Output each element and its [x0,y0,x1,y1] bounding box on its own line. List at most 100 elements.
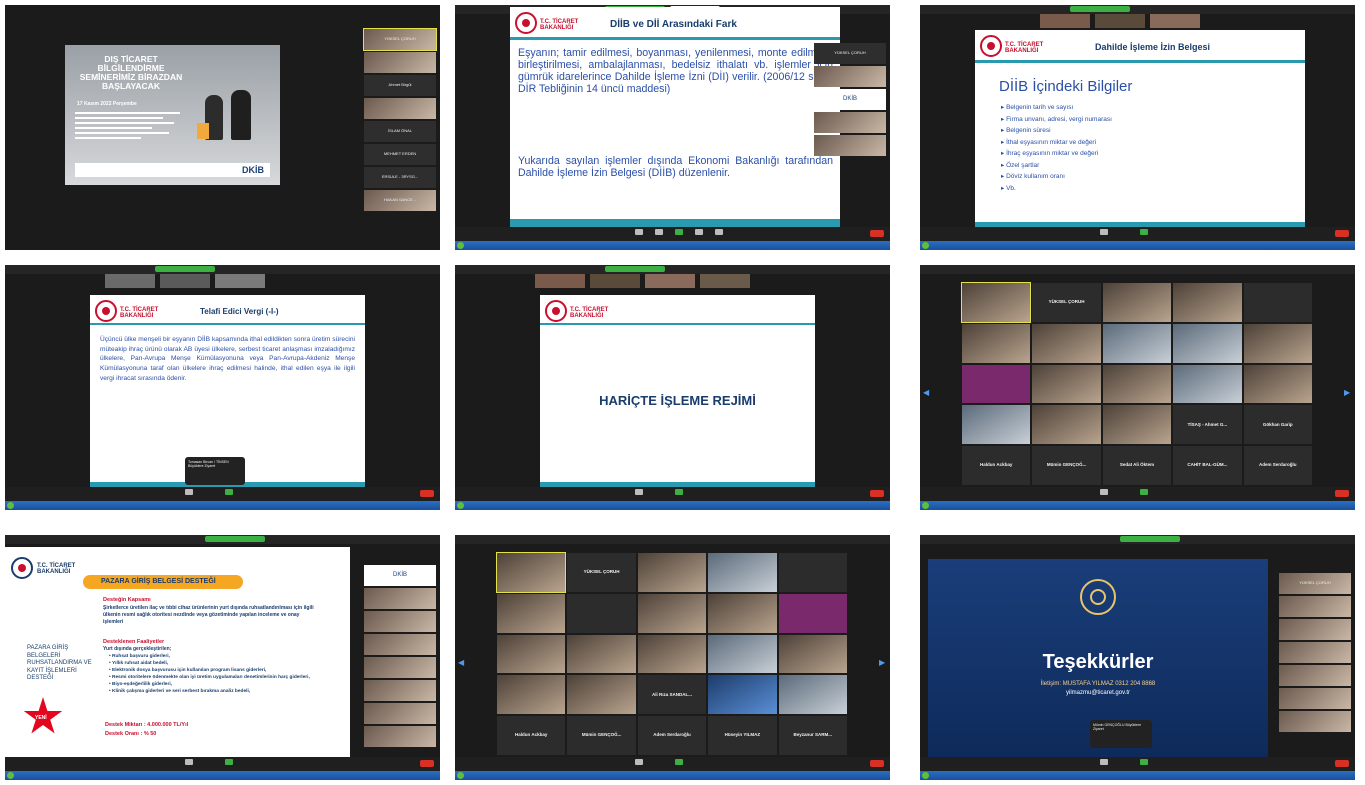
mute-button[interactable] [1100,229,1108,235]
share-button[interactable] [675,229,683,235]
mute-button[interactable] [1100,489,1108,495]
participant-tile[interactable] [364,52,436,73]
video-tile[interactable] [708,593,777,633]
end-meeting-button[interactable] [870,760,884,767]
video-tile[interactable] [497,593,566,633]
start-icon[interactable] [457,242,464,249]
video-tile[interactable]: Beyzanur SARM... [778,716,847,755]
end-meeting-button[interactable] [1335,490,1349,497]
video-tile[interactable]: Ali Rıza SANDAL... [637,675,707,715]
participant-tile[interactable] [814,112,886,133]
share-button[interactable] [225,759,233,765]
video-tile[interactable] [637,593,707,633]
mute-button[interactable] [635,229,643,235]
start-icon[interactable] [922,772,929,779]
participant-tile[interactable] [1279,619,1351,640]
video-tile[interactable] [960,282,1032,323]
video-tile[interactable]: TİSAŞ - Ahmet G... [1173,405,1242,445]
video-tile[interactable] [637,634,707,674]
participant-tile[interactable]: DKİB [364,565,436,586]
share-button[interactable] [225,489,233,495]
video-tile[interactable] [962,323,1031,363]
start-icon[interactable] [457,502,464,509]
video-tile[interactable] [1173,323,1242,363]
end-meeting-button[interactable] [870,230,884,237]
participant-tile[interactable]: İSLAM ÖNAL [364,121,436,142]
end-meeting-button[interactable] [420,490,434,497]
video-tile[interactable]: Haldun Ackbay [962,446,1031,485]
participant-tile[interactable]: ERSULE - 3RYSG... [364,167,436,188]
video-tile[interactable] [567,634,636,674]
participant-tile[interactable]: YÜKSEL ÇORUH [1279,573,1351,594]
participant-tile[interactable] [364,703,436,724]
end-meeting-button[interactable] [870,490,884,497]
video-tile[interactable]: Sedat Ali Öktem [1102,446,1172,485]
share-button[interactable] [675,759,683,765]
chevron-right-icon[interactable]: ▶ [879,658,887,668]
video-tile[interactable]: Mümin GENÇOĞ... [567,716,636,755]
start-icon[interactable] [7,772,14,779]
participants-button[interactable] [655,229,663,235]
video-tile[interactable] [778,593,847,633]
mute-button[interactable] [1100,759,1108,765]
start-icon[interactable] [922,502,929,509]
start-icon[interactable] [457,772,464,779]
chat-notification[interactable]: Tomasan Bircan / TİNSEN Büyüklere Ziyare… [185,457,245,485]
participant-tile[interactable] [1279,711,1351,732]
video-tile[interactable] [708,634,777,674]
participant-tile[interactable]: YÜKSEL ÇORUH [814,43,886,64]
share-button[interactable] [675,489,683,495]
video-tile[interactable] [497,634,566,674]
video-tile[interactable]: Gökhan Garip [1243,405,1312,445]
participant-tile[interactable]: MEHMET ERDEN [364,144,436,165]
chevron-left-icon[interactable]: ◀ [923,388,931,398]
video-tile[interactable] [567,593,636,633]
video-tile[interactable] [495,552,567,593]
reactions-button[interactable] [715,229,723,235]
record-button[interactable] [695,229,703,235]
mute-button[interactable] [635,489,643,495]
video-tile[interactable] [1173,364,1242,404]
participant-tile[interactable] [364,657,436,678]
video-tile[interactable] [1243,323,1312,363]
participant-tile[interactable] [364,726,436,747]
share-button[interactable] [1140,759,1148,765]
end-meeting-button[interactable] [1335,230,1349,237]
video-tile[interactable] [708,675,777,715]
video-tile[interactable] [1243,364,1312,404]
video-tile[interactable]: Adem Serdaroğlu [637,716,707,755]
video-tile[interactable] [1032,323,1101,363]
video-tile[interactable] [637,553,707,592]
video-tile[interactable] [1102,323,1172,363]
video-tile[interactable]: Mümin GENÇOĞ... [1032,446,1101,485]
share-button[interactable] [1140,229,1148,235]
video-tile[interactable] [778,553,847,592]
participant-tile[interactable] [814,66,886,87]
chat-notification[interactable]: Mümin GENÇOĞLU Büyüklere Ziyaret [1090,720,1152,748]
mute-button[interactable] [635,759,643,765]
participant-tile[interactable] [1279,596,1351,617]
participant-tile[interactable]: HAKAN SANCE... [364,190,436,211]
video-tile[interactable]: Haldun Ackbay [497,716,566,755]
video-tile[interactable] [1032,364,1101,404]
participant-tile[interactable] [364,680,436,701]
video-tile[interactable]: Hüseyin YILMAZ [708,716,777,755]
participant-tile[interactable] [814,135,886,156]
video-tile[interactable] [1102,283,1172,322]
participant-tile[interactable] [1279,688,1351,709]
participant-tile[interactable] [1279,642,1351,663]
video-tile[interactable]: YÜKSEL ÇORUH [567,553,636,592]
participant-tile[interactable] [1279,665,1351,686]
participant-tile[interactable] [364,634,436,655]
video-tile[interactable] [778,634,847,674]
video-tile[interactable] [962,364,1031,404]
video-tile[interactable] [778,675,847,715]
video-tile[interactable] [1102,405,1172,445]
start-icon[interactable] [7,502,14,509]
video-tile[interactable] [1102,364,1172,404]
end-meeting-button[interactable] [420,760,434,767]
video-tile[interactable]: CAHİT BAL-GÜM... [1173,446,1242,485]
participant-tile[interactable]: YÜKSEL ÇORUH [363,28,437,51]
video-tile[interactable] [567,675,636,715]
video-tile[interactable] [1032,405,1101,445]
